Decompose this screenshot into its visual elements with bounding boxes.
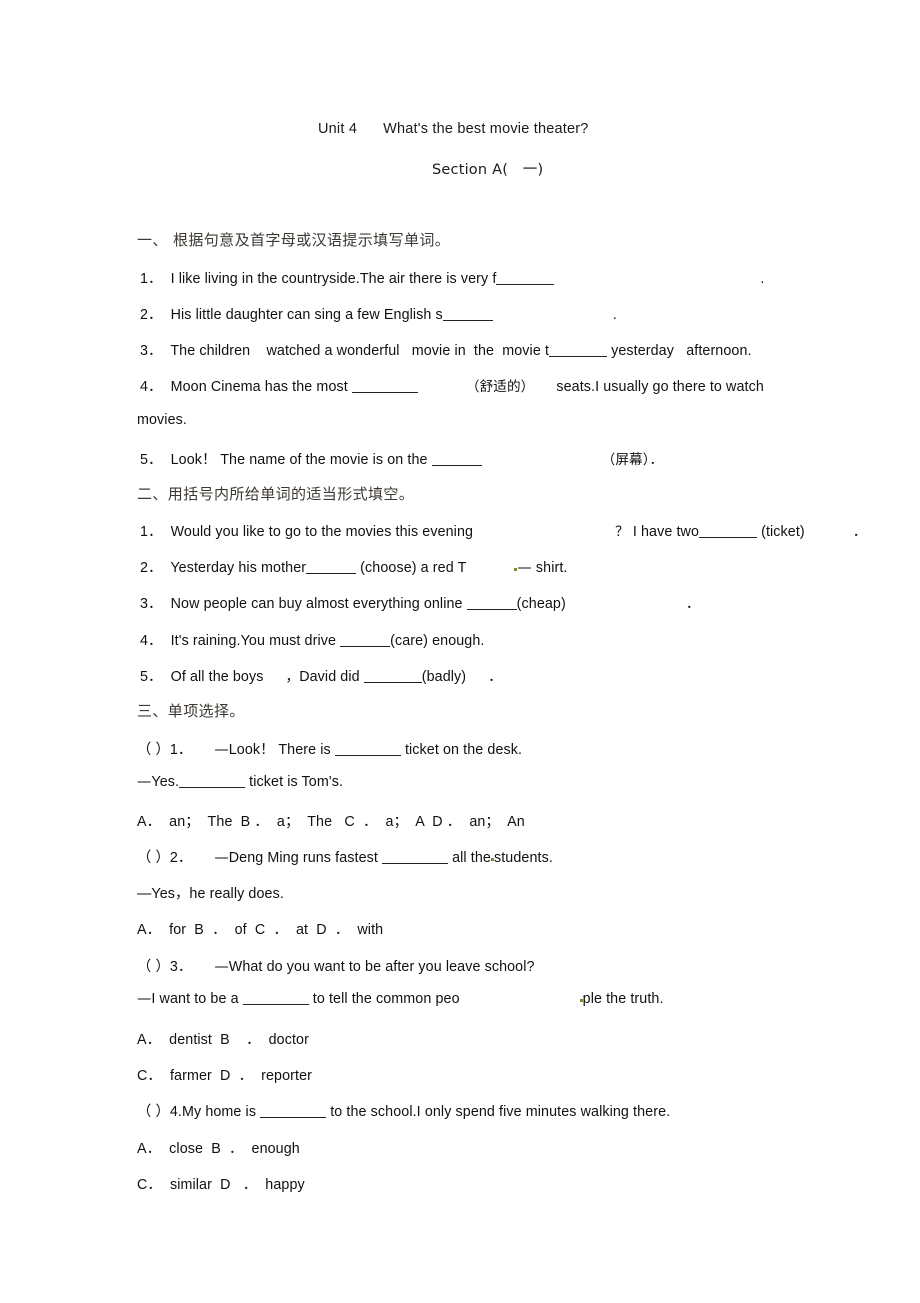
section-one-heading: 一、 根据句意及首字母或汉语提示填写单词。 xyxy=(137,231,451,249)
choice-question-4: （ ）4.My home is to the school.I only spe… xyxy=(137,1104,671,1120)
question-1-2: 2． His little daughter can sing a few En… xyxy=(140,307,617,323)
answer-blank[interactable] xyxy=(351,380,418,393)
choice-question-3-options-cd[interactable]: C． farmer D ． reporter xyxy=(137,1064,312,1085)
answer-blank[interactable] xyxy=(549,344,608,357)
question-2-1: 1． Would you like to go to the movies th… xyxy=(140,524,868,540)
choice-question-2: （ ）2． —Deng Ming runs fastest all the stud… xyxy=(137,850,553,866)
choice-question-1: （ ）1． —Look！ There is ticket on the desk. xyxy=(137,742,523,758)
question-1-1: 1． I like living in the countryside.The … xyxy=(140,271,765,287)
choice-question-1-number: （ ）1． xyxy=(137,742,193,758)
question-1-5: 5． Look！ The name of the movie is on the… xyxy=(140,448,663,469)
question-1-4-text: 4． Moon Cinema has the most xyxy=(140,379,352,395)
choice-question-1-reply: ——Yes.Yes. ticket is Tom's. xyxy=(137,774,344,790)
answer-blank[interactable] xyxy=(260,1105,327,1118)
question-1-3: 3． The children watched a wonderful movi… xyxy=(140,343,752,359)
question-2-4-text: 4． It's raining.You must drive xyxy=(140,633,341,649)
artifact-speck xyxy=(579,999,583,1002)
question-1-1-text: 1． I like living in the countryside.The … xyxy=(140,271,497,287)
page-title: Unit 4 What's the best movie theater? xyxy=(318,121,589,137)
choice-question-4-options-cd[interactable]: C． similar D ． happy xyxy=(137,1173,305,1194)
page-subtitle: Section A( 一) xyxy=(432,158,543,179)
answer-blank[interactable] xyxy=(179,775,246,788)
answer-blank[interactable] xyxy=(363,670,422,683)
title-main: What's the best movie theater? xyxy=(383,121,589,137)
answer-blank[interactable] xyxy=(496,272,555,285)
choice-question-2-options[interactable]: A． for B ． of C ． at D ． with xyxy=(137,918,383,939)
answer-blank[interactable] xyxy=(699,525,758,538)
answer-blank[interactable] xyxy=(442,308,493,321)
question-1-4-cont: movies. xyxy=(137,412,187,428)
answer-blank[interactable] xyxy=(340,634,391,647)
section-three-heading: 三、单项选择。 xyxy=(137,702,245,720)
choice-question-2-reply: —Yes，he really does. xyxy=(137,886,284,902)
choice-question-1-options[interactable]: A． an； The B ． a； The C ． a； A D ． an； A… xyxy=(137,810,525,831)
answer-blank[interactable] xyxy=(431,453,482,466)
worksheet-page: Unit 4 What's the best movie theater? Sec… xyxy=(0,0,920,1303)
question-2-5-text: 5． Of all the boys xyxy=(140,669,264,685)
answer-blank[interactable] xyxy=(306,561,357,574)
choice-question-4-options-ab[interactable]: A． close B ． enough xyxy=(137,1137,300,1158)
question-2-3-text: 3． Now people can buy almost everything … xyxy=(140,596,467,612)
question-2-3: 3． Now people can buy almost everything … xyxy=(140,596,701,612)
question-mark: ？ xyxy=(615,524,629,540)
artifact-speck xyxy=(490,858,494,861)
question-2-5: 5． Of all the boys ，David did (badly) ． xyxy=(140,669,503,685)
comma: ， xyxy=(285,669,300,685)
answer-blank[interactable] xyxy=(334,743,401,756)
choice-question-3-number: （ ）3． xyxy=(137,959,193,975)
question-2-2-text: 2． Yesterday his mother xyxy=(140,560,307,576)
title-section: Section A( 一) xyxy=(432,162,544,178)
question-1-3-text: 3． The children watched a wonderful movi… xyxy=(140,343,550,359)
answer-blank[interactable] xyxy=(242,992,309,1005)
question-1-5-text: 5． Look！ The name of the movie is on the xyxy=(140,452,432,468)
question-1-2-text: 2． His little daughter can sing a few En… xyxy=(140,307,443,323)
choice-question-3: （ ）3． —What do you want to be after you l… xyxy=(137,959,535,975)
question-1-4: 4． Moon Cinema has the most （舒适的） seats.I… xyxy=(140,379,764,395)
section-two-heading: 二、用括号内所给单词的适当形式填空。 xyxy=(137,485,415,503)
hint-screen: （屏幕）． xyxy=(601,452,664,468)
question-2-2: 2． Yesterday his mother (choose) a red T… xyxy=(140,560,568,576)
question-2-1-text: 1． Would you like to go to the movies th… xyxy=(140,524,474,540)
answer-blank[interactable] xyxy=(466,597,517,610)
choice-question-4-text: （ ）4.My home is xyxy=(137,1104,261,1120)
answer-blank[interactable] xyxy=(382,851,449,864)
choice-question-3-reply: —I want to be a to tell the common peo pl… xyxy=(137,991,664,1007)
question-2-4: 4． It's raining.You must drive (care) en… xyxy=(140,633,485,649)
choice-question-3-options-ab[interactable]: A． dentist B ． doctor xyxy=(137,1028,309,1049)
hint-comfortable: （舒适的） xyxy=(465,379,535,395)
choice-question-2-number: （ ）2． xyxy=(137,850,193,866)
title-unit: Unit 4 xyxy=(318,121,358,137)
